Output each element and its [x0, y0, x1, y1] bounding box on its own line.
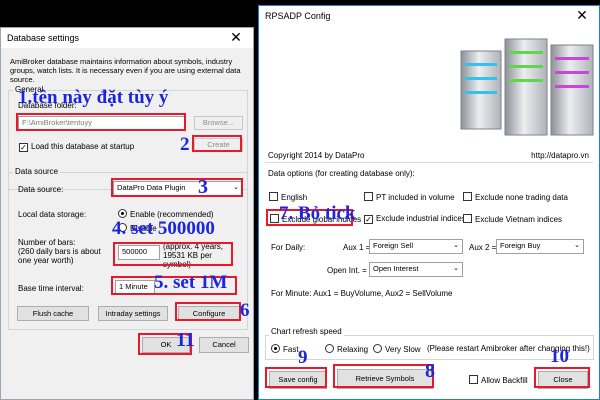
local-storage-label: Local data storage:	[18, 210, 87, 219]
intraday-settings-button[interactable]: Intraday settings	[98, 306, 168, 321]
db-intro-text: AmiBroker database maintains information…	[10, 57, 241, 84]
browse-button[interactable]: Browse...	[194, 116, 243, 130]
server-middle	[504, 38, 548, 136]
allow-backfill-label: Allow Backfill	[481, 376, 528, 385]
copyright-text: Copyright 2014 by DataPro	[268, 151, 365, 160]
exclude-vietnam-checkbox[interactable]: Exclude Vietnam indices	[463, 214, 562, 224]
chevron-down-icon: ⌄	[574, 242, 580, 249]
rp-close-icon[interactable]: ✕	[571, 7, 593, 25]
data-options-label: Data options (for creating database only…	[268, 169, 415, 178]
aux2-value: Foreign Buy	[500, 241, 541, 250]
exclude-none-trading-checkbox[interactable]: Exclude none trading data	[463, 192, 568, 202]
bars-note: (260 daily bars is about one year worth)	[18, 247, 101, 265]
open-int-select[interactable]: Open Interest ⌄	[369, 262, 463, 277]
checkbox-empty-icon	[469, 375, 478, 384]
open-int-label: Open Int. =	[327, 266, 367, 275]
annotation-3: 3	[198, 176, 208, 198]
radio-empty-icon	[325, 344, 334, 353]
database-settings-window: Database settings ✕ AmiBroker database m…	[0, 27, 254, 400]
open-int-value: Open Interest	[373, 264, 419, 273]
aux1-value: Foreign Sell	[373, 241, 414, 250]
highlight-close	[534, 367, 590, 388]
checkbox-empty-icon	[463, 192, 472, 201]
highlight-data-source	[111, 178, 243, 197]
server-right	[550, 44, 594, 136]
db-close-icon[interactable]: ✕	[225, 29, 247, 47]
rp-titlebar: RPSADP Config ✕	[259, 6, 599, 26]
exclude-industrial-label: Exclude industrial indices	[376, 214, 466, 223]
annotation-5: 5. set 1M	[154, 272, 228, 293]
for-daily-label: For Daily:	[271, 243, 306, 252]
separator	[265, 162, 593, 163]
very-slow-radio[interactable]: Very Slow	[373, 344, 421, 354]
checkbox-empty-icon	[463, 214, 472, 223]
english-label: English	[281, 193, 308, 202]
relaxing-label: Relaxing	[337, 345, 369, 354]
for-minute-text: For Minute: Aux1 = BuyVolume, Aux2 = Sel…	[271, 289, 453, 298]
highlight-save-config	[265, 367, 327, 388]
db-title: Database settings	[7, 33, 80, 43]
checkbox-checked-icon: ✓	[364, 215, 373, 224]
checkbox-empty-icon	[269, 192, 278, 201]
load-at-startup-label: Load this database at startup	[31, 142, 135, 151]
interval-label: Base time interval:	[18, 284, 84, 293]
cancel-button[interactable]: Cancel	[199, 337, 249, 353]
radio-selected-icon	[118, 209, 127, 218]
flush-cache-button[interactable]: Flush cache	[17, 306, 89, 321]
annotation-10: 10	[550, 346, 569, 367]
checkbox-empty-icon	[364, 192, 373, 201]
exclude-vietnam-label: Exclude Vietnam indices	[475, 215, 563, 224]
highlight-configure	[175, 302, 241, 321]
fast-radio[interactable]: Fast	[271, 344, 299, 354]
data-source-label: Data source:	[18, 185, 64, 194]
english-checkbox[interactable]: English	[269, 192, 307, 202]
very-slow-label: Very Slow	[385, 345, 421, 354]
highlight-create	[192, 135, 242, 152]
annotation-6: 6	[240, 300, 250, 321]
annotation-8: 8	[425, 360, 435, 382]
aux1-label: Aux 1 =	[343, 243, 371, 252]
exclude-none-trading-label: Exclude none trading data	[475, 193, 568, 202]
annotation-11: 11	[176, 329, 195, 351]
annotation-9: 9	[298, 347, 308, 368]
highlight-bars	[113, 242, 233, 266]
allow-backfill-checkbox[interactable]: Allow Backfill	[469, 375, 528, 385]
relaxing-radio[interactable]: Relaxing	[325, 344, 368, 354]
highlight-retrieve	[333, 364, 434, 388]
annotation-2: 2	[180, 134, 190, 155]
fast-label: Fast	[283, 345, 299, 354]
load-at-startup-checkbox[interactable]: ✓ Load this database at startup	[19, 142, 134, 152]
exclude-industrial-checkbox[interactable]: ✓ Exclude industrial indices	[364, 214, 466, 224]
chevron-down-icon: ⌄	[453, 265, 459, 272]
radio-selected-icon	[271, 344, 280, 353]
radio-empty-icon	[373, 344, 382, 353]
chevron-down-icon: ⌄	[453, 242, 459, 249]
pt-in-volume-label: PT included in volume	[376, 193, 455, 202]
load-at-startup-check-icon: ✓	[19, 143, 28, 152]
aux2-label: Aux 2 =	[469, 243, 497, 252]
db-titlebar: Database settings ✕	[1, 28, 253, 48]
highlight-folder	[16, 113, 186, 131]
server-left	[460, 50, 502, 130]
annotation-4: 4. set 500000	[112, 218, 215, 239]
server-illustration	[460, 38, 594, 136]
annotation-1: 1.tên này đặt tùy ý	[18, 87, 169, 108]
pt-in-volume-checkbox[interactable]: PT included in volume	[364, 192, 455, 202]
refresh-speed-label: Chart refresh speed	[269, 327, 344, 336]
bars-label: Number of bars:	[18, 238, 76, 247]
aux1-select[interactable]: Foreign Sell ⌄	[369, 239, 463, 254]
data-source-group-label: Data source	[13, 167, 61, 176]
annotation-7: 7. Bỏ tick	[279, 203, 356, 224]
aux2-select[interactable]: Foreign Buy ⌄	[496, 239, 584, 254]
website-url[interactable]: http://datapro.vn	[531, 151, 589, 160]
rp-title: RPSADP Config	[265, 11, 331, 21]
